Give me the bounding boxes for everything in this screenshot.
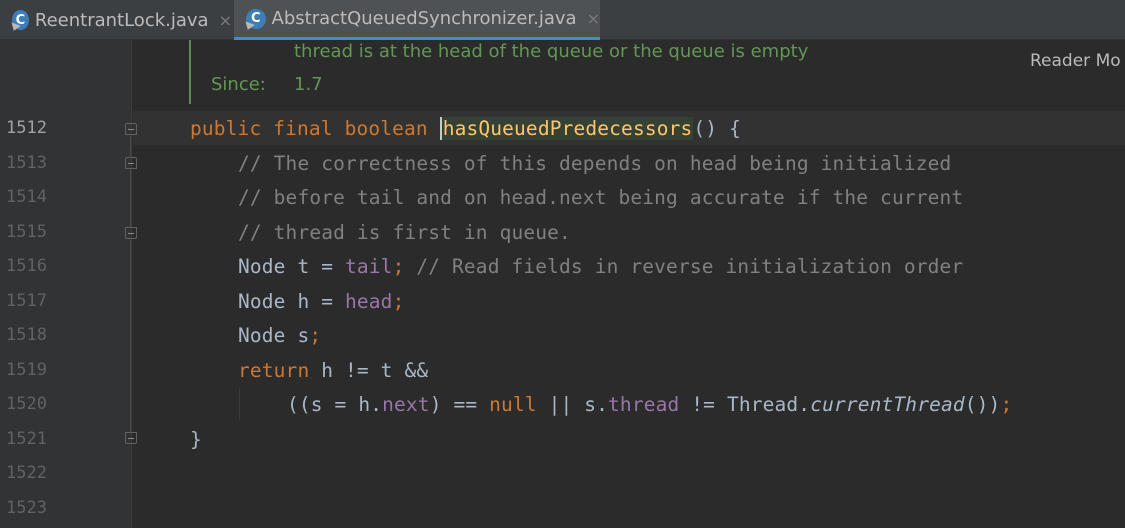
class-icon: C bbox=[246, 8, 266, 29]
code-line-1513[interactable]: // The correctness of this depends on he… bbox=[238, 152, 951, 175]
line-number: 1521 bbox=[6, 429, 47, 449]
line-number: 1517 bbox=[6, 291, 47, 311]
code-line-1514[interactable]: // before tail and on head.next being ac… bbox=[238, 186, 963, 209]
tab-abstractqueuedsynchronizer[interactable]: C AbstractQueuedSynchronizer.java × bbox=[234, 0, 600, 40]
line-number: 1515 bbox=[6, 222, 47, 242]
tab-label: ReentrantLock.java bbox=[34, 9, 209, 31]
code-line-1521[interactable]: } bbox=[190, 428, 202, 451]
line-number: 1518 bbox=[6, 325, 47, 345]
code-line-1517[interactable]: Node h = head; bbox=[238, 290, 404, 313]
fold-guide bbox=[130, 170, 131, 227]
doc-text: thread is at the head of the queue or th… bbox=[294, 41, 809, 62]
fold-method-icon[interactable] bbox=[125, 123, 137, 135]
fold-method-end-icon[interactable] bbox=[125, 432, 137, 444]
tab-label: AbstractQueuedSynchronizer.java bbox=[271, 8, 577, 29]
class-icon: C bbox=[12, 10, 29, 30]
fold-guide bbox=[130, 136, 131, 156]
code-line-1518[interactable]: Node s; bbox=[238, 324, 321, 347]
line-number: 1520 bbox=[6, 394, 47, 414]
fold-comment-end-icon[interactable] bbox=[125, 227, 137, 239]
line-number-gutter[interactable] bbox=[0, 40, 132, 528]
indent-guide bbox=[239, 388, 240, 420]
line-number: 1522 bbox=[6, 463, 47, 483]
editor-tab-bar: C ReentrantLock.java × C AbstractQueuedS… bbox=[0, 0, 1125, 40]
line-number: 1519 bbox=[6, 360, 47, 380]
line-number: 1512 bbox=[6, 118, 47, 138]
close-icon[interactable]: × bbox=[587, 9, 600, 28]
line-number: 1516 bbox=[6, 256, 47, 276]
doc-comment-bar bbox=[189, 40, 191, 104]
code-line-1519[interactable]: return h != t && bbox=[238, 359, 428, 382]
doc-since-label: Since: bbox=[211, 74, 266, 95]
reader-mode-button[interactable]: Reader Mo bbox=[1030, 51, 1121, 71]
doc-since-value: 1.7 bbox=[294, 74, 323, 95]
method-name[interactable]: hasQueuedPredecessors bbox=[439, 117, 694, 140]
fold-comment-icon[interactable] bbox=[125, 157, 137, 169]
code-line-1516[interactable]: Node t = tail; // Read fields in reverse… bbox=[238, 255, 963, 278]
code-line-1520[interactable]: ((s = h.next) == null || s.thread != Thr… bbox=[287, 393, 1012, 416]
code-line-1512[interactable]: public final boolean hasQueuedPredecesso… bbox=[190, 117, 741, 140]
line-number: 1513 bbox=[6, 153, 47, 173]
line-number: 1514 bbox=[6, 187, 47, 207]
fold-guide bbox=[130, 240, 131, 432]
line-number: 1523 bbox=[6, 498, 47, 518]
code-line-1515[interactable]: // thread is first in queue. bbox=[238, 221, 571, 244]
tab-reentrantlock[interactable]: C ReentrantLock.java × bbox=[0, 0, 232, 40]
close-icon[interactable]: × bbox=[219, 11, 232, 30]
